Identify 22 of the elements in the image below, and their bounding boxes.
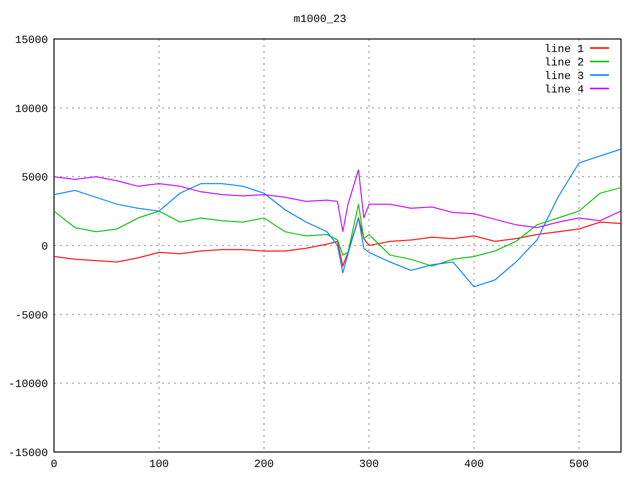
chart-title: m1000_23 xyxy=(294,14,346,26)
x-tick-label: 400 xyxy=(464,459,484,471)
y-tick-label: 10000 xyxy=(14,104,48,116)
x-tick-label: 500 xyxy=(569,459,589,471)
legend-label: line 4 xyxy=(544,84,584,96)
y-tick-label: 0 xyxy=(41,242,48,254)
x-tick-label: 200 xyxy=(254,459,274,471)
y-tick-label: 15000 xyxy=(14,35,48,47)
legend-label: line 1 xyxy=(544,44,584,56)
legend-label: line 3 xyxy=(544,71,584,83)
y-tick-label: 5000 xyxy=(22,172,48,185)
legend-line xyxy=(590,47,609,49)
x-tick-label: 300 xyxy=(359,459,379,471)
legend-line xyxy=(590,60,609,62)
x-tick-label: 0 xyxy=(50,459,58,471)
y-tick-label: -10000 xyxy=(8,379,48,392)
legend-line xyxy=(590,88,609,90)
legend-label: line 2 xyxy=(544,58,584,70)
y-tick-label: -15000 xyxy=(8,448,48,460)
legend-line xyxy=(590,74,609,76)
x-tick-label: 100 xyxy=(149,459,169,471)
y-tick-label: -5000 xyxy=(14,310,48,322)
